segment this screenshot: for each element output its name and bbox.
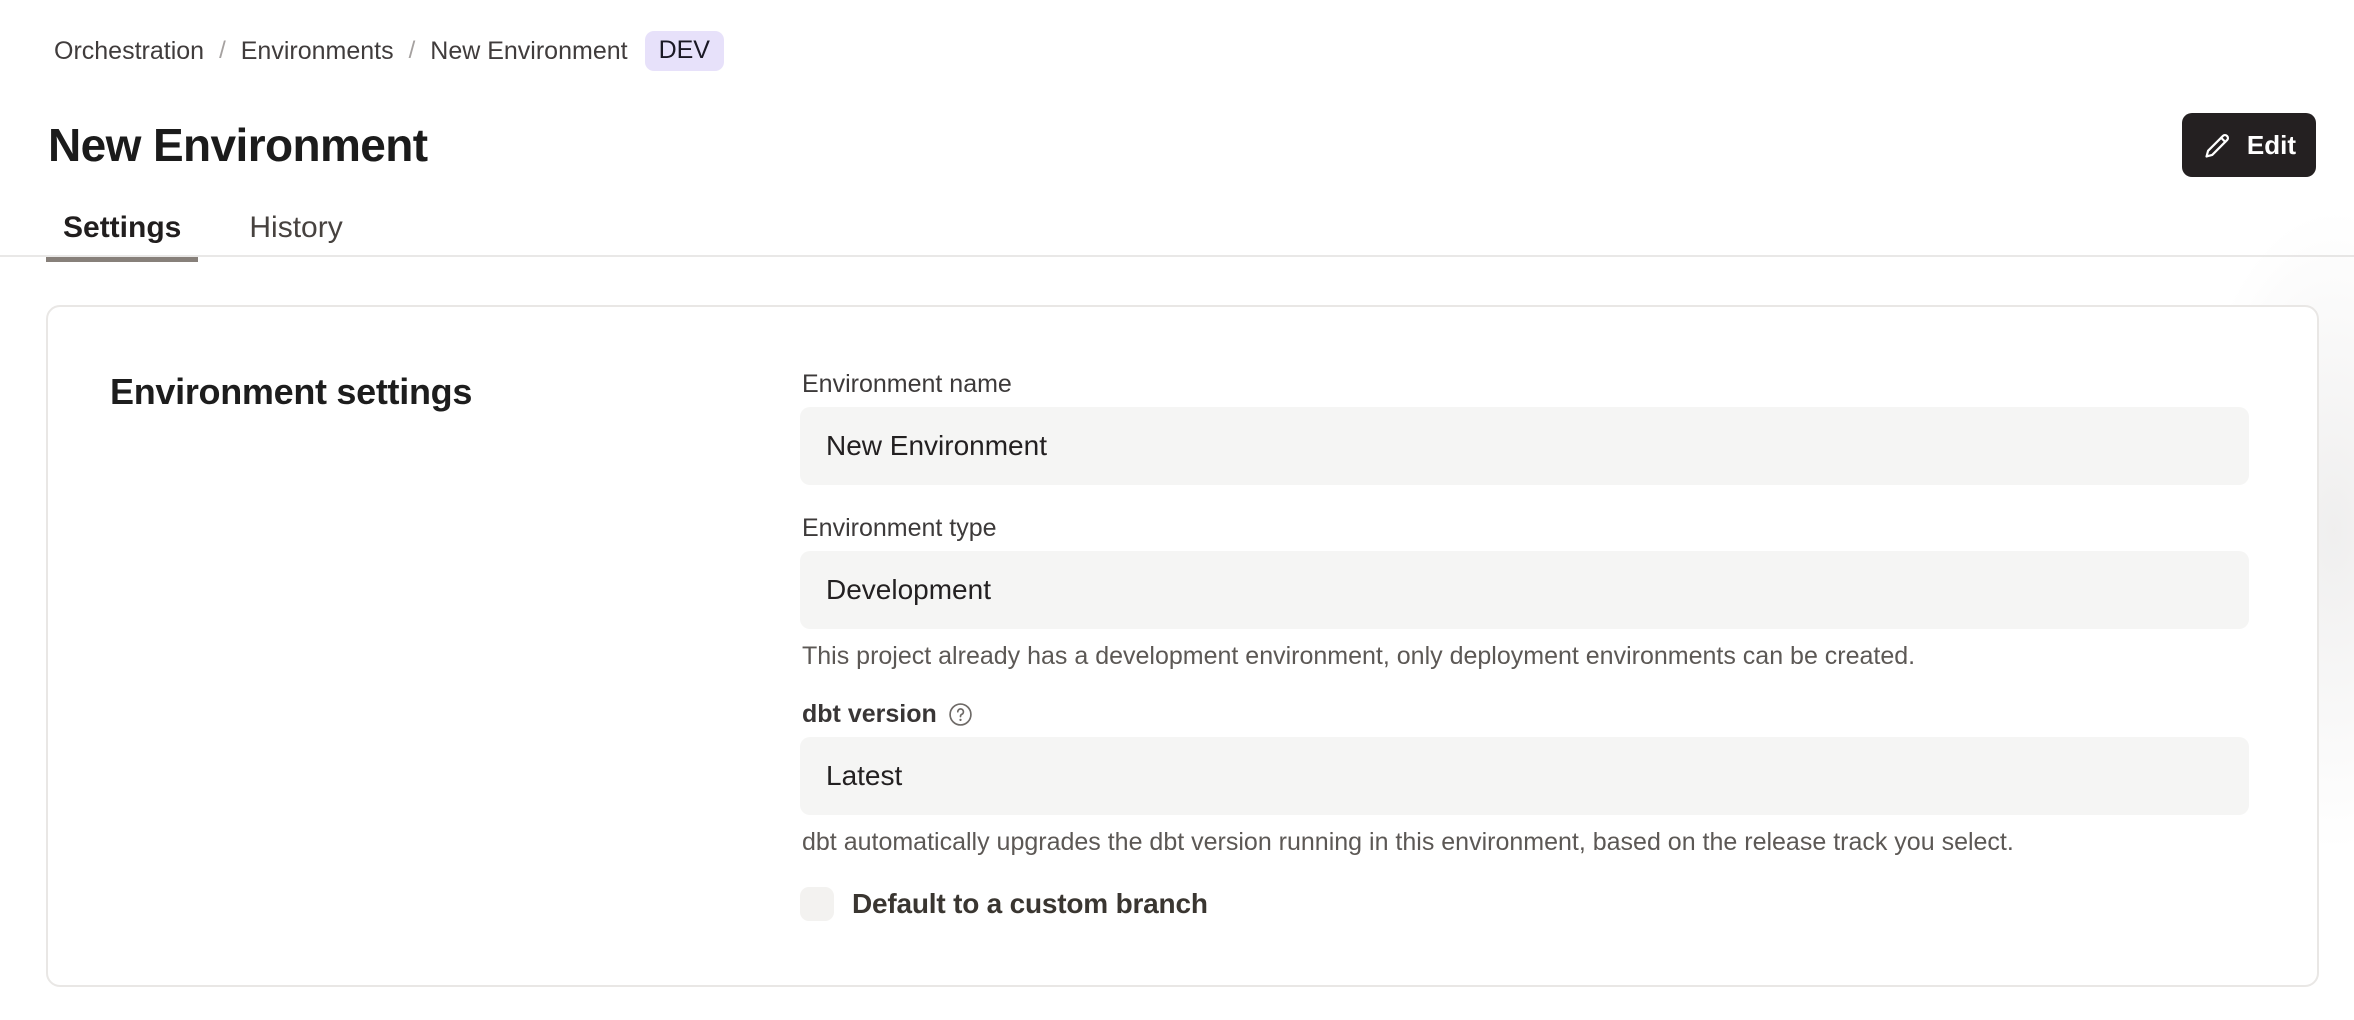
breadcrumb: Orchestration / Environments / New Envir… [54,31,724,71]
edit-button[interactable]: Edit [2182,113,2316,177]
environment-type-input[interactable]: Development [800,551,2249,629]
title-row: New Environment Edit [48,113,2316,177]
card-form-column: Environment name New Environment Environ… [800,307,2317,985]
custom-branch-label: Default to a custom branch [852,888,1208,920]
dbt-version-label: dbt version [802,699,2249,729]
pencil-icon [2202,130,2233,161]
dbt-version-input[interactable]: Latest [800,737,2249,815]
environment-settings-card: Environment settings Environment name Ne… [46,305,2319,987]
edit-button-label: Edit [2247,130,2296,161]
tab-history[interactable]: History [232,206,359,262]
dbt-version-helper: dbt automatically upgrades the dbt versi… [802,827,2249,857]
environment-type-label: Environment type [802,513,2249,543]
tabs-divider [0,255,2354,257]
breadcrumb-new-environment: New Environment [430,37,627,66]
environment-name-input[interactable]: New Environment [800,407,2249,485]
custom-branch-checkbox[interactable] [800,887,834,921]
environment-name-label: Environment name [802,369,2249,399]
breadcrumb-separator: / [409,37,416,65]
custom-branch-row: Default to a custom branch [800,887,2249,921]
tab-bar: Settings History [46,206,360,262]
question-circle-icon[interactable] [948,702,973,727]
environment-type-helper: This project already has a development e… [802,641,2249,671]
card-left-column: Environment settings [48,307,800,985]
page-title: New Environment [48,118,428,172]
new-environment-page: Orchestration / Environments / New Envir… [0,0,2354,1020]
dbt-version-label-text: dbt version [802,699,937,729]
breadcrumb-environments[interactable]: Environments [241,37,394,66]
card-heading: Environment settings [110,371,800,413]
dev-badge: DEV [645,31,724,71]
tab-settings[interactable]: Settings [46,206,198,262]
breadcrumb-separator: / [219,37,226,65]
breadcrumb-orchestration[interactable]: Orchestration [54,37,204,66]
